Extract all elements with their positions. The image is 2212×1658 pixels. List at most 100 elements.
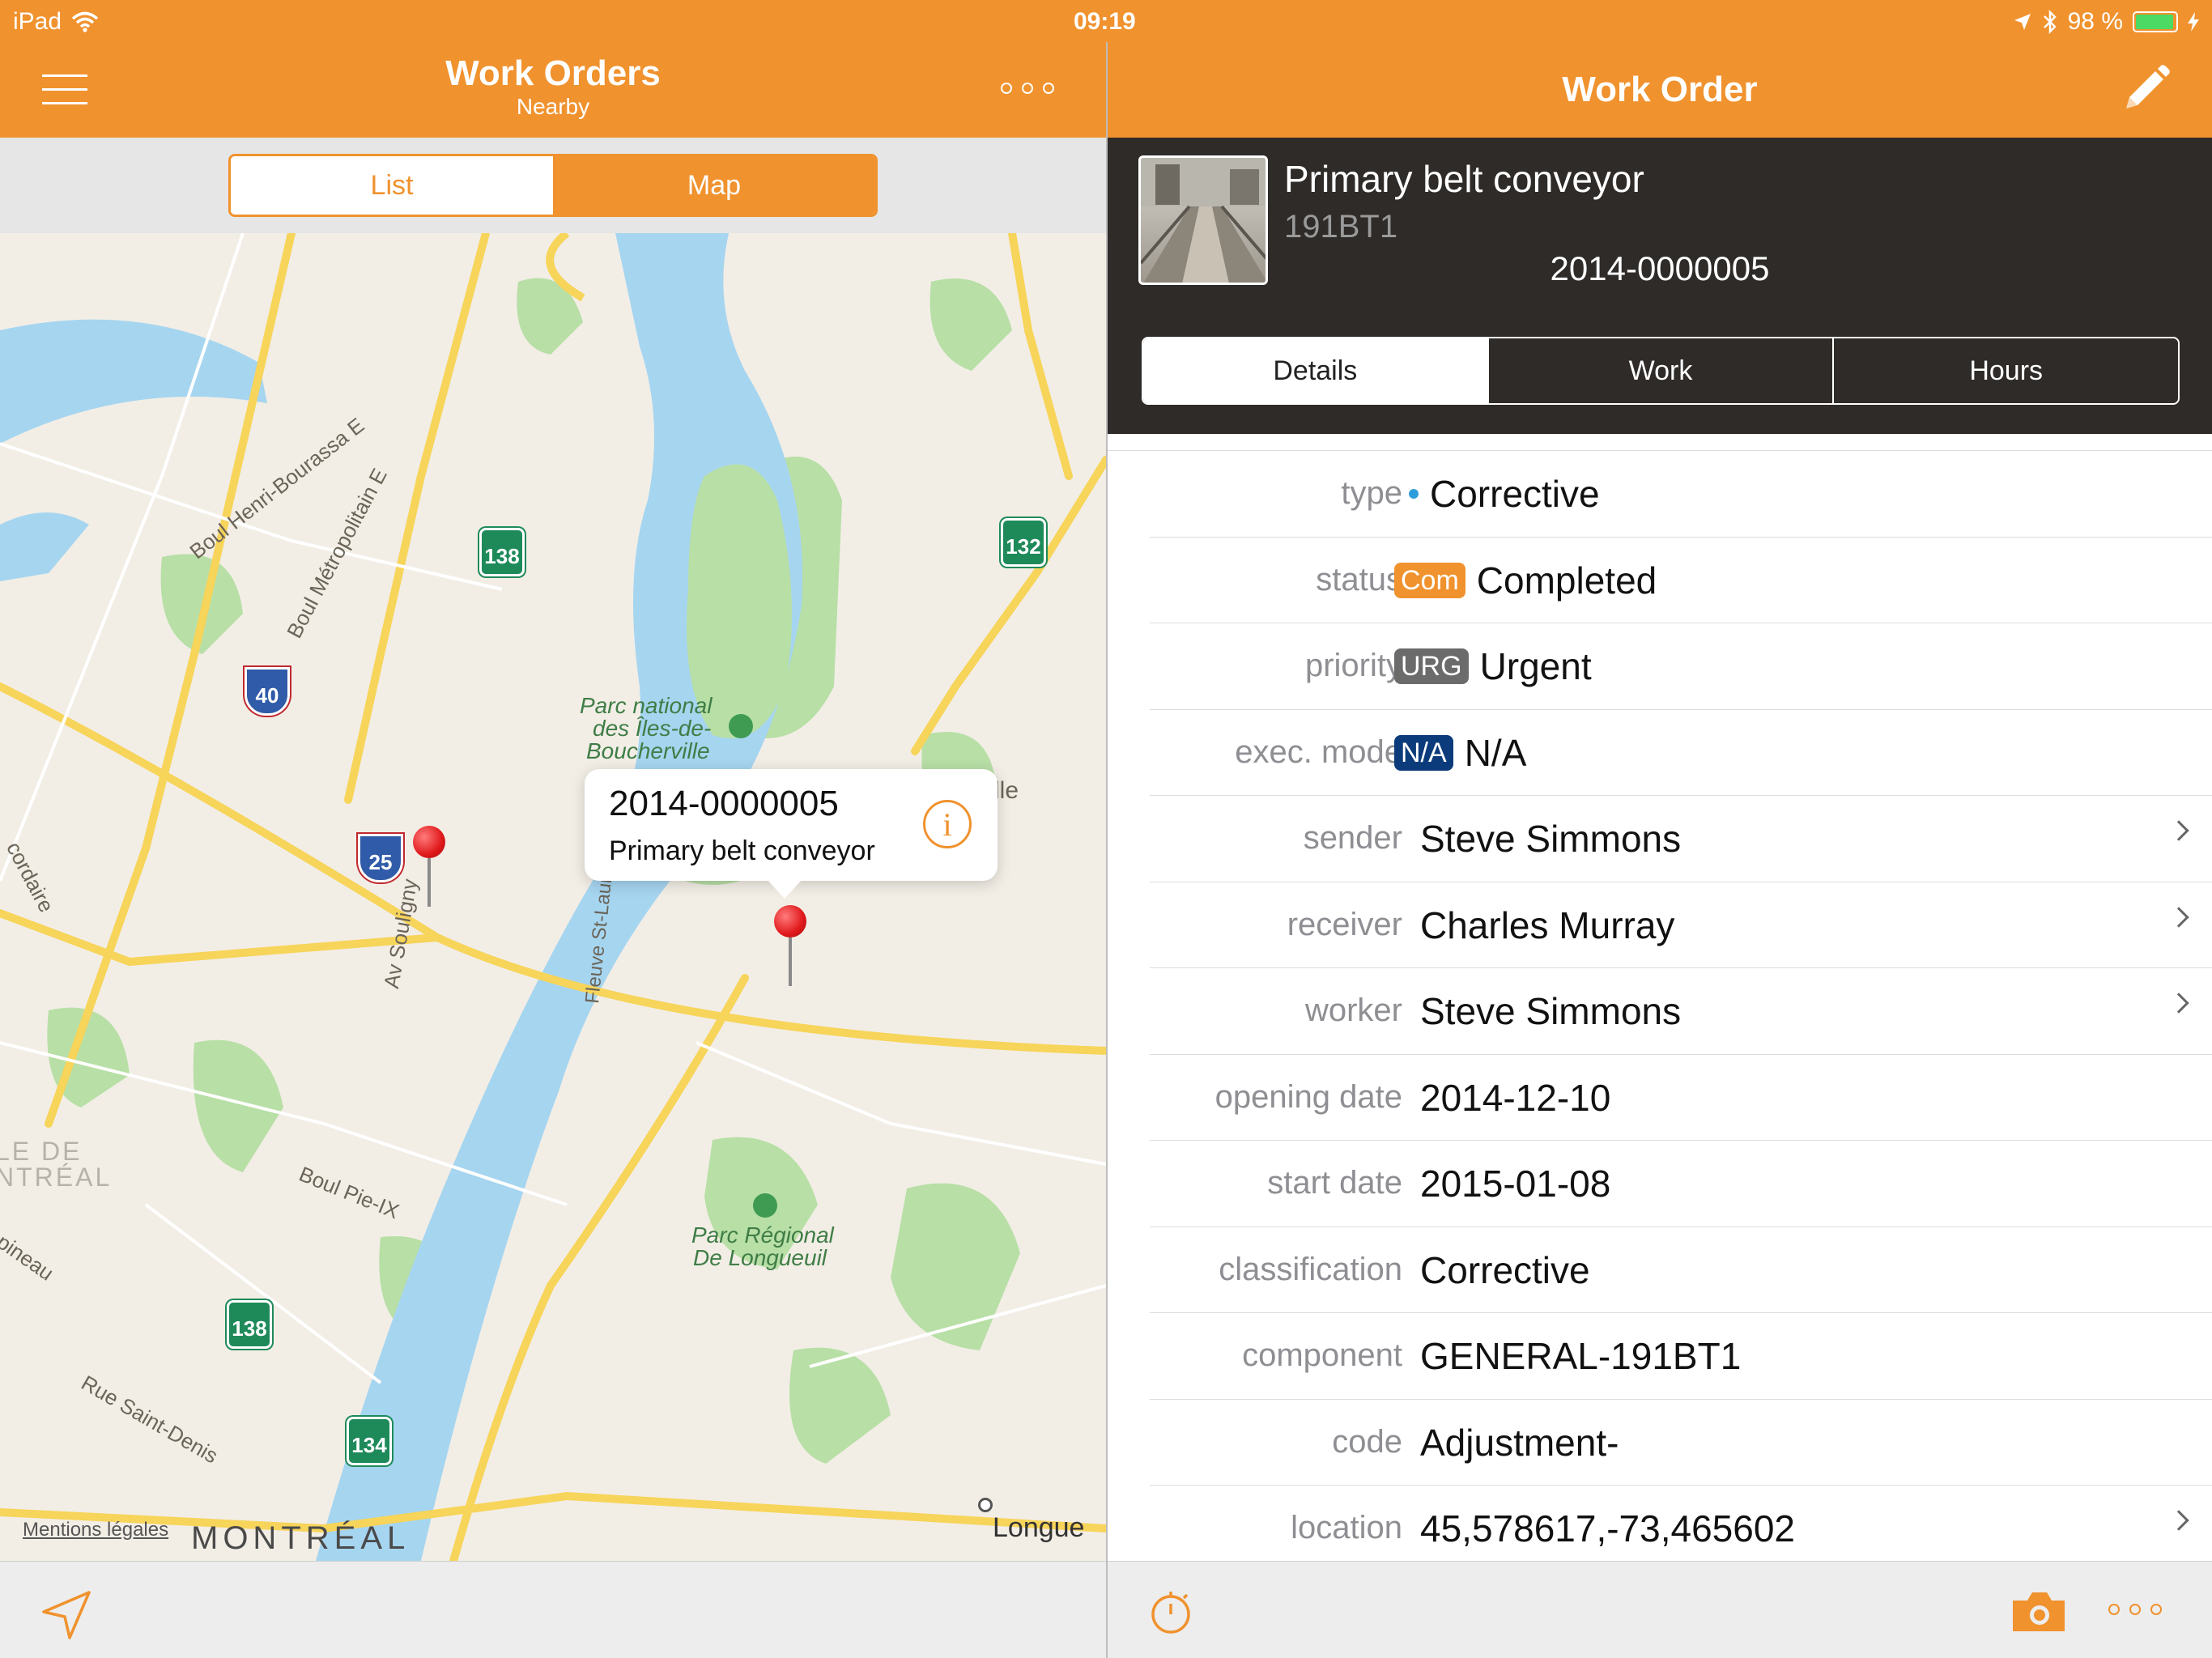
row-label: priority <box>1304 648 1402 683</box>
chevron-right-icon <box>2168 820 2189 841</box>
row-priority: priority URG Urgent <box>1150 623 2212 710</box>
map-label-longueuil-park-2: De Longueuil <box>693 1245 827 1270</box>
exec-mode-value: N/A <box>1464 731 1527 774</box>
row-location[interactable]: location 45,578617,-73,465602 <box>1150 1486 2212 1561</box>
type-value: Corrective <box>1430 473 1600 515</box>
work-order-header: Primary belt conveyor 191BT1 2014-000000… <box>1108 138 2212 434</box>
row-value: Steve Simmons <box>1420 818 1682 860</box>
route-shield-134: 134 <box>347 1417 392 1465</box>
chevron-right-icon <box>2168 906 2189 928</box>
map-label-longue: Longue <box>993 1512 1085 1543</box>
row-label: sender <box>1303 820 1402 856</box>
row-value: Charles Murray <box>1420 903 1675 946</box>
split-divider <box>1106 0 1108 1658</box>
more-icon[interactable] <box>1001 83 1054 94</box>
right-title: Work Order <box>1562 70 1758 109</box>
route-shield-138: 138 <box>479 528 525 576</box>
battery-percent: 98 % <box>2067 8 2123 35</box>
bluetooth-icon <box>2043 10 2057 34</box>
right-toolbar <box>1108 1561 2212 1658</box>
row-value: URG Urgent <box>1394 644 1592 688</box>
chevron-right-icon <box>2168 1510 2189 1531</box>
map-pin-selected[interactable] <box>774 905 806 986</box>
map-view[interactable]: Boul Henri-Bourassa E Boul Métropolitain… <box>0 233 1106 1561</box>
left-subtitle: Nearby <box>516 94 590 119</box>
edit-pencil-icon[interactable] <box>2120 63 2172 115</box>
park-icon <box>729 714 753 738</box>
row-label: start date <box>1267 1165 1402 1201</box>
row-value: Adjustment- <box>1420 1421 1619 1464</box>
row-value: Corrective <box>1420 1248 1590 1291</box>
row-value: Com Completed <box>1394 559 1657 602</box>
locate-me-icon[interactable] <box>40 1589 92 1641</box>
left-toolbar <box>0 1561 1106 1658</box>
row-value: Corrective <box>1409 472 1600 516</box>
left-title: Work Orders <box>445 53 661 93</box>
row-label: opening date <box>1214 1078 1402 1115</box>
row-sender[interactable]: sender Steve Simmons <box>1150 796 2212 882</box>
row-label: component <box>1242 1337 1402 1373</box>
status-left: iPad <box>13 8 99 36</box>
right-pane: Work Order Primary belt conveyor 191BT1 … <box>1108 0 2212 1658</box>
battery-icon <box>2133 11 2178 32</box>
tab-work[interactable]: Work <box>1487 338 1833 403</box>
map-label-boucherville-suffix: lle <box>994 777 1019 804</box>
map-graphic <box>0 233 1106 1561</box>
priority-value: Urgent <box>1479 645 1592 687</box>
row-value: 2014-12-10 <box>1420 1076 1611 1119</box>
stopwatch-icon[interactable] <box>1146 1588 1195 1636</box>
row-label: location <box>1291 1510 1402 1545</box>
row-worker[interactable]: worker Steve Simmons <box>1150 968 2212 1055</box>
chevron-right-icon <box>2168 993 2189 1014</box>
map-pin[interactable] <box>413 826 445 907</box>
row-component: component GENERAL-191BT1 <box>1150 1313 2212 1400</box>
row-value: N/A N/A <box>1394 731 1526 775</box>
info-icon[interactable]: i <box>923 800 972 848</box>
charging-bolt-icon <box>2188 12 2199 32</box>
city-marker-icon <box>978 1498 993 1512</box>
row-classification: classification Corrective <box>1150 1227 2212 1313</box>
tab-hours[interactable]: Hours <box>1832 338 2178 403</box>
callout-work-order-name: Primary belt conveyor <box>609 835 875 866</box>
callout-work-order-id: 2014-0000005 <box>609 784 839 823</box>
status-value: Completed <box>1476 559 1657 602</box>
row-type: type Corrective <box>1150 451 2212 538</box>
route-shield-138-south: 138 <box>227 1300 272 1349</box>
row-code: code Adjustment- <box>1150 1400 2212 1486</box>
more-actions-icon[interactable] <box>2108 1604 2162 1615</box>
map-callout[interactable]: 2014-0000005 Primary belt conveyor i <box>585 769 998 899</box>
row-value: 45,578617,-73,465602 <box>1420 1507 1795 1550</box>
row-label: code <box>1332 1423 1402 1460</box>
route-shield-132: 132 <box>1001 518 1046 567</box>
status-right: 98 % <box>2013 8 2199 36</box>
park-icon-longueuil <box>753 1193 777 1218</box>
type-dot <box>1409 489 1419 499</box>
left-nav-bar: Work Orders Nearby <box>0 42 1106 138</box>
segment-map[interactable]: Map <box>553 156 875 215</box>
tab-details[interactable]: Details <box>1143 338 1487 403</box>
row-opening-date: opening date 2014-12-10 <box>1150 1055 2212 1141</box>
segment-list[interactable]: List <box>231 156 553 215</box>
view-segmented-control: List Map <box>228 154 878 217</box>
row-label: type <box>1341 475 1402 511</box>
right-nav-bar: Work Order <box>1108 42 2212 138</box>
details-list[interactable]: type Corrective status Com Completed pri… <box>1108 434 2212 1561</box>
route-shield-25: 25 <box>358 834 403 882</box>
row-label: worker <box>1304 993 1402 1028</box>
route-shield-40: 40 <box>245 667 290 716</box>
map-label-montreal: MONTRÉAL <box>191 1520 410 1556</box>
detail-tabs: Details Work Hours <box>1142 337 2180 405</box>
map-label-ntreal: NTRÉAL <box>0 1163 113 1192</box>
row-exec-mode: exec. mode N/A N/A <box>1150 710 2212 796</box>
row-label: exec. mode <box>1235 733 1402 770</box>
row-status: status Com Completed <box>1150 538 2212 623</box>
view-switch-bar: List Map <box>0 138 1106 233</box>
row-receiver[interactable]: receiver Charles Murray <box>1150 882 2212 968</box>
camera-icon[interactable] <box>2010 1589 2068 1635</box>
priority-badge: URG <box>1394 648 1469 684</box>
equipment-name: Primary belt conveyor <box>1284 158 1644 200</box>
location-arrow-icon <box>2014 14 2031 30</box>
equipment-code: 191BT1 <box>1284 209 1398 244</box>
row-start-date: start date 2015-01-08 <box>1150 1141 2212 1227</box>
legal-link[interactable]: Mentions légales <box>23 1519 168 1541</box>
